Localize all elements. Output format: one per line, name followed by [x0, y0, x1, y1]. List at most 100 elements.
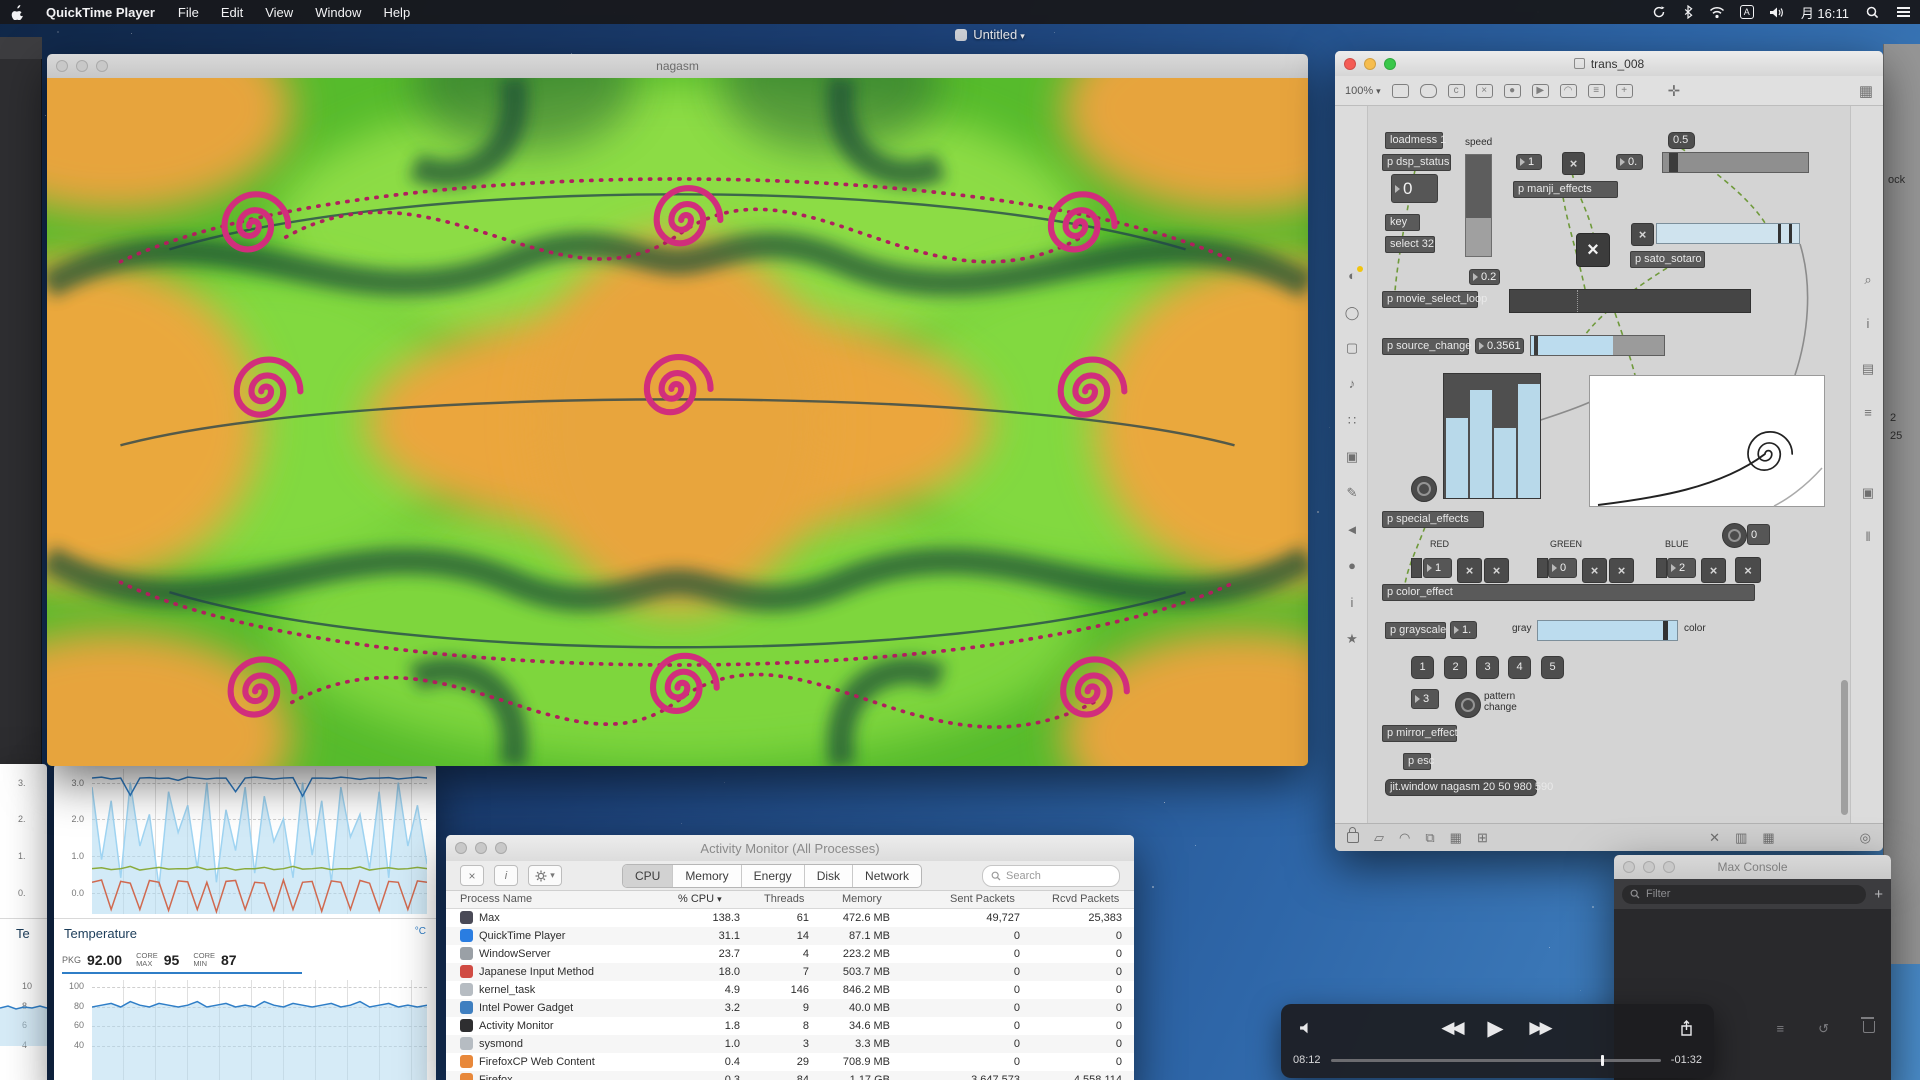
grayscale-subpatch[interactable]: p grayscale [1385, 622, 1446, 639]
mini-slider[interactable] [1537, 558, 1548, 578]
col-rcvd-packets[interactable]: Rcvd Packets [1052, 893, 1119, 905]
zoom-level[interactable]: 100% [1345, 85, 1381, 97]
record-icon[interactable]: ● [1343, 558, 1361, 573]
comment-icon[interactable]: c [1448, 84, 1465, 98]
matrix-icon[interactable]: ▦ [1762, 830, 1774, 846]
pattern-button-5[interactable]: 5 [1541, 656, 1564, 679]
wifi-icon[interactable] [1702, 6, 1732, 19]
col-memory[interactable]: Memory [842, 893, 882, 905]
minimize-button[interactable] [1643, 861, 1655, 873]
menu-view[interactable]: View [254, 5, 304, 20]
col-sent-packets[interactable]: Sent Packets [950, 893, 1015, 905]
blue-toggle[interactable]: × [1701, 558, 1726, 583]
number-box[interactable]: 1 [1516, 154, 1542, 170]
number-box[interactable]: 0. [1616, 154, 1643, 170]
settings-dropdown[interactable] [528, 865, 562, 886]
snippets-icon[interactable]: ∷ [1343, 413, 1361, 429]
patcher-titlebar[interactable]: trans_008 [1335, 51, 1883, 77]
patcher-canvas[interactable]: loadmess 1 p dsp_status 0 key select 32 … [1368, 106, 1850, 823]
table-row[interactable]: FirefoxCP Web Content 0.4 29 708.9 MB 0 … [446, 1053, 1134, 1071]
jit-window-message[interactable]: jit.window nagasm 20 50 980 590 [1385, 779, 1537, 796]
blue-toggle-2[interactable]: × [1735, 557, 1761, 583]
nagasm-titlebar[interactable]: nagasm [47, 54, 1308, 79]
table-row[interactable]: Intel Power Gadget 3.2 9 40.0 MB 0 0 [446, 999, 1134, 1017]
pattern-bang[interactable] [1455, 692, 1481, 718]
menu-window[interactable]: Window [304, 5, 372, 20]
speed-slider[interactable] [1465, 154, 1492, 257]
zoom-button[interactable] [1663, 861, 1675, 873]
close-button[interactable] [1344, 58, 1356, 70]
audio-icon[interactable]: ♪ [1343, 376, 1361, 391]
blue-number-box[interactable]: 2 [1667, 558, 1696, 578]
time-machine-icon[interactable] [1644, 5, 1674, 19]
col-cpu[interactable]: % CPU [678, 893, 722, 905]
tab-energy[interactable]: Energy [741, 865, 804, 887]
table-row[interactable]: Activity Monitor 1.8 8 34.6 MB 0 0 [446, 1017, 1134, 1035]
spotlight-icon[interactable] [1858, 6, 1886, 19]
speaker-icon[interactable]: ◄ [1343, 522, 1361, 537]
timeline-slider[interactable] [1331, 1053, 1661, 1067]
manji-effects-subpatch[interactable]: p manji_effects [1513, 181, 1618, 198]
jit-preview-window[interactable] [1589, 375, 1825, 507]
volume-icon[interactable] [1762, 6, 1792, 19]
tab-cpu[interactable]: CPU [623, 865, 672, 887]
number-box[interactable]: 1. [1450, 621, 1477, 639]
green-number-box[interactable]: 0 [1548, 558, 1577, 578]
share-button[interactable] [1658, 1020, 1714, 1036]
h-slider[interactable] [1530, 335, 1665, 356]
windows-icon[interactable]: ⧉ [1425, 830, 1434, 846]
select-tool-icon[interactable]: ▱ [1374, 830, 1384, 846]
grid-icon[interactable]: ▦ [1450, 830, 1462, 846]
source-change-subpatch[interactable]: p source_change [1382, 338, 1469, 355]
table-row[interactable]: sysmond 1.0 3 3.3 MB 0 0 [446, 1035, 1134, 1053]
number-box[interactable]: 0.2 [1469, 269, 1500, 285]
menu-help[interactable]: Help [372, 5, 421, 20]
camera-icon[interactable]: ▣ [1859, 485, 1877, 501]
red-toggle-2[interactable]: × [1484, 558, 1509, 583]
toggle-icon[interactable]: × [1476, 84, 1493, 98]
color-effect-subpatch[interactable]: p color_effect [1382, 584, 1755, 601]
table-row[interactable]: QuickTime Player 31.1 14 87.1 MB 0 0 [446, 927, 1134, 945]
number-box[interactable]: 0.3561 [1475, 338, 1524, 354]
toggle[interactable]: × [1562, 152, 1585, 175]
select-object[interactable]: select 32 [1385, 236, 1435, 253]
tab-memory[interactable]: Memory [672, 865, 740, 887]
filter-input[interactable]: Filter [1622, 885, 1866, 904]
wrench-icon[interactable]: ✕ [1709, 830, 1720, 846]
object-browser-icon[interactable]: ▢ [1343, 340, 1361, 356]
number-box[interactable]: 0 [1747, 524, 1770, 545]
trash-icon[interactable] [1863, 1021, 1875, 1033]
menu-file[interactable]: File [167, 5, 210, 20]
list-icon[interactable]: ≡ [1859, 405, 1877, 420]
search-icon[interactable]: ⌕ [1859, 272, 1877, 288]
mini-slider[interactable] [1656, 558, 1667, 578]
message-box[interactable]: 0.5 [1668, 132, 1695, 149]
info-icon[interactable]: i [1343, 595, 1361, 610]
media-icon[interactable]: ▣ [1343, 449, 1361, 465]
new-object-icon[interactable] [1392, 84, 1409, 98]
mirror-effect-subpatch[interactable]: p mirror_effect [1382, 725, 1457, 742]
grid-view-icon[interactable]: ▦ [1859, 82, 1873, 100]
video-canvas[interactable] [47, 78, 1308, 766]
attrui-icon[interactable]: ≡ [1588, 84, 1605, 98]
new-message-icon[interactable] [1420, 84, 1437, 98]
mixer-strip-icon[interactable]: ▥ [1735, 830, 1747, 846]
esc-subpatch[interactable]: p esc [1403, 753, 1431, 770]
table-row[interactable]: Japanese Input Method 18.0 7 503.7 MB 0 … [446, 963, 1134, 981]
green-toggle[interactable]: × [1582, 558, 1607, 583]
special-effects-subpatch[interactable]: p special_effects [1382, 511, 1484, 528]
snap-icon[interactable]: ⊞ [1477, 830, 1488, 846]
active-app-name[interactable]: QuickTime Player [34, 5, 167, 20]
table-row[interactable]: Max 138.3 61 472.6 MB 49,727 25,383 [446, 909, 1134, 927]
close-button[interactable] [1623, 861, 1635, 873]
add-filter-icon[interactable]: + [1874, 886, 1883, 903]
quit-process-button[interactable]: × [460, 865, 484, 886]
col-threads[interactable]: Threads [764, 893, 804, 905]
table-row[interactable]: Firefox 0.3 84 1.17 GB 3,647,573 4,558,1… [446, 1071, 1134, 1080]
pattern-button-3[interactable]: 3 [1476, 656, 1499, 679]
inspect-button[interactable]: i [494, 865, 518, 886]
menu-bar-clock[interactable]: 月 16:11 [1792, 3, 1858, 22]
red-number-box[interactable]: 1 [1423, 558, 1452, 578]
range-slider[interactable] [1656, 223, 1800, 244]
table-row[interactable]: kernel_task 4.9 146 846.2 MB 0 0 [446, 981, 1134, 999]
